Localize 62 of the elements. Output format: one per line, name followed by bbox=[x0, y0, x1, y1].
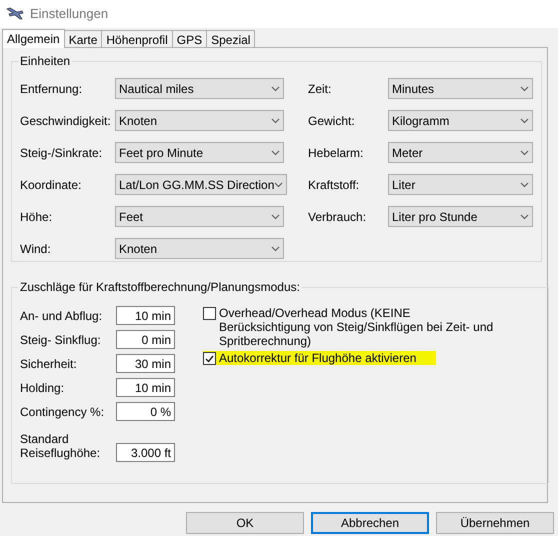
dropdown[interactable]: Liter bbox=[388, 174, 533, 195]
field-label: Geschwindigkeit: bbox=[20, 112, 112, 130]
field-label: Verbrauch: bbox=[308, 208, 368, 226]
field-label: Entfernung: bbox=[20, 80, 84, 98]
dialog-button[interactable]: Übernehmen bbox=[436, 512, 554, 534]
group-title: Zuschläge für Kraftstoffberechnung/Planungsmodus: bbox=[19, 279, 301, 296]
field-label: An- und Abflug: bbox=[20, 309, 104, 323]
dropdown[interactable]: Lat/Lon GG.MM.SS Direction bbox=[115, 174, 288, 195]
tab[interactable]: Höhenprofil bbox=[102, 30, 173, 47]
chevron-icon bbox=[520, 150, 529, 156]
chevron-icon bbox=[520, 182, 529, 188]
dropdown[interactable]: Meter bbox=[388, 142, 533, 163]
input-field[interactable]: 3.000 ft bbox=[116, 443, 175, 462]
input-field[interactable]: 10 min bbox=[116, 378, 175, 397]
tab[interactable]: Spezial bbox=[207, 30, 256, 47]
field-label: Standard Reiseflughöhe: bbox=[20, 432, 102, 460]
tab[interactable]: Allgemein bbox=[2, 29, 65, 48]
chevron-icon bbox=[271, 246, 280, 252]
dialog-button[interactable]: OK bbox=[186, 512, 304, 534]
field-label: Steig- Sinkflug: bbox=[20, 333, 102, 347]
field-label: Zeit: bbox=[308, 80, 332, 98]
checkbox[interactable] bbox=[203, 352, 216, 365]
input-field[interactable]: 0 min bbox=[116, 330, 175, 349]
chevron-icon bbox=[520, 118, 529, 124]
checkbox-option[interactable]: Autokorrektur für Flughöhe aktivieren bbox=[203, 351, 436, 365]
dialog-button[interactable]: Abbrechen bbox=[311, 512, 429, 534]
dropdown[interactable]: Knoten bbox=[115, 238, 284, 259]
chevron-icon bbox=[274, 182, 284, 188]
window-title: Einstellungen bbox=[30, 5, 108, 24]
chevron-icon bbox=[271, 214, 280, 220]
dropdown[interactable]: Liter pro Stunde bbox=[388, 206, 533, 227]
field-label: Kraftstoff: bbox=[308, 176, 360, 194]
airplane-icon bbox=[6, 7, 24, 21]
group-title: Einheiten bbox=[19, 53, 72, 70]
input-field[interactable]: 0 % bbox=[116, 402, 175, 421]
dropdown[interactable]: Nautical miles bbox=[115, 78, 284, 99]
tab[interactable]: GPS bbox=[172, 30, 208, 47]
chevron-icon bbox=[271, 86, 280, 92]
dropdown[interactable]: Knoten bbox=[115, 110, 284, 131]
checkmark-icon bbox=[205, 354, 214, 362]
input-field[interactable]: 30 min bbox=[116, 354, 175, 373]
dropdown[interactable]: Feet pro Minute bbox=[115, 142, 284, 163]
field-label: Sicherheit: bbox=[20, 357, 78, 371]
field-label: Gewicht: bbox=[308, 112, 356, 130]
option-label: Autokorrektur für Flughöhe aktivieren bbox=[219, 351, 416, 365]
field-label: Contingency %: bbox=[20, 405, 106, 419]
chevron-icon bbox=[271, 150, 280, 156]
field-label: Holding: bbox=[20, 381, 66, 395]
checkbox[interactable] bbox=[203, 307, 216, 320]
chevron-icon bbox=[271, 118, 280, 124]
field-label: Hebelarm: bbox=[308, 144, 364, 162]
dropdown[interactable]: Kilogramm bbox=[388, 110, 533, 131]
field-label: Höhe: bbox=[20, 208, 54, 226]
dropdown[interactable]: Feet bbox=[115, 206, 284, 227]
field-label: Steig-/Sinkrate: bbox=[20, 144, 104, 162]
tab[interactable]: Karte bbox=[64, 30, 102, 47]
field-label: Koordinate: bbox=[20, 176, 82, 194]
chevron-icon bbox=[520, 86, 529, 92]
dropdown[interactable]: Minutes bbox=[388, 78, 533, 99]
field-label: Wind: bbox=[20, 240, 52, 258]
input-field[interactable]: 10 min bbox=[116, 306, 175, 325]
chevron-icon bbox=[520, 214, 529, 220]
